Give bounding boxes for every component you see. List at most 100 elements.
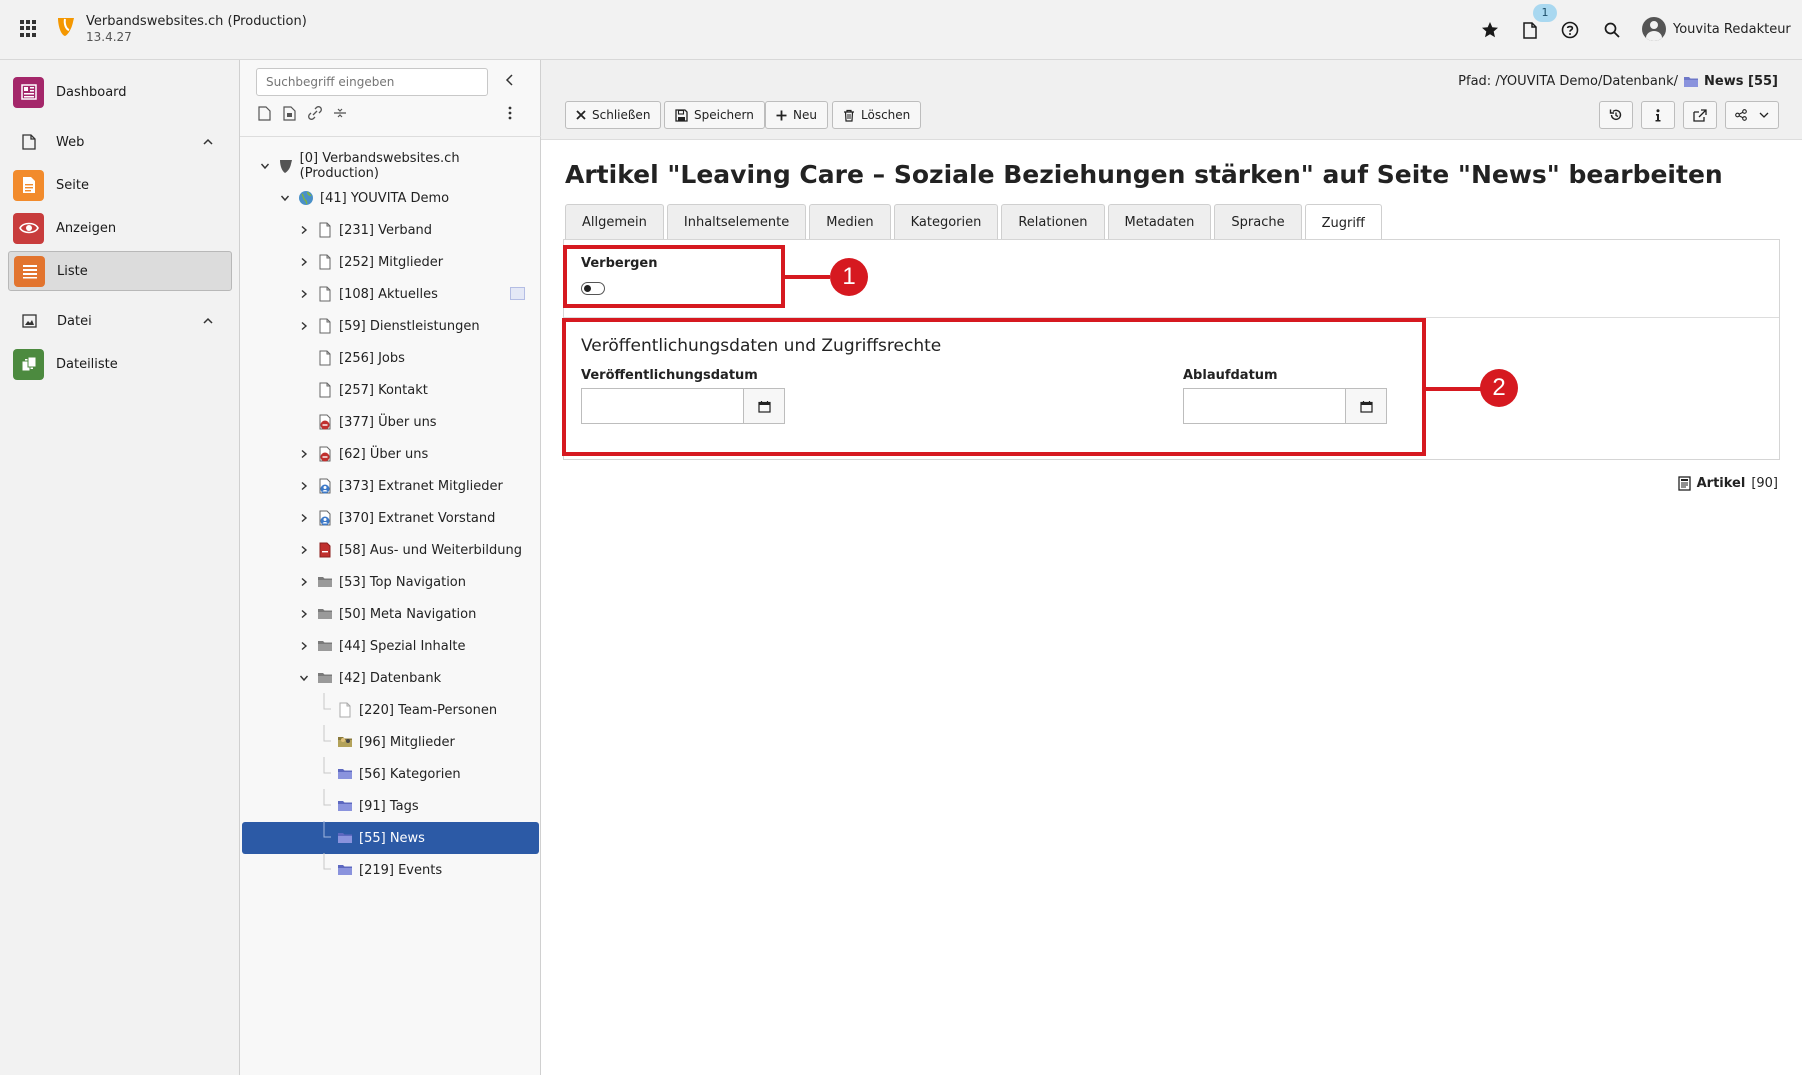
tab-allgemein[interactable]: Allgemein [565,204,664,240]
tab-sprache[interactable]: Sprache [1214,204,1302,240]
tree-node[interactable]: [56] Kategorien [317,757,537,790]
tree-node[interactable]: [257] Kontakt [297,374,537,406]
folder-grey-icon [317,606,333,622]
module-group-file[interactable]: Datei [8,305,232,337]
chevron-right-icon[interactable] [297,479,311,493]
history-button[interactable] [1599,101,1633,129]
tab-metadaten[interactable]: Metadaten [1107,204,1212,240]
page-module-icon [13,169,44,201]
module-group-web[interactable]: Web [8,126,232,158]
eye-icon [13,212,44,244]
bookmark-star-icon[interactable] [1478,18,1502,42]
tree-node[interactable]: [44] Spezial Inhalte [297,630,537,662]
separator-icon[interactable] [333,106,347,120]
tree-node[interactable]: [50] Meta Navigation [297,598,537,630]
tree-node[interactable]: [55] News [242,821,539,854]
tree-node[interactable]: [219] Events [317,853,537,886]
notification-badge: 1 [1533,4,1557,22]
tree-node[interactable]: [41] YOUVITA Demo [278,182,537,214]
path-label: Pfad: /YOUVITA Demo/Datenbank/ [1458,74,1679,89]
user-menu[interactable]: Youvita Redakteur [1642,17,1791,41]
close-button[interactable]: Schließen [565,101,662,129]
chevron-right-icon[interactable] [297,319,311,333]
chevron-right-icon[interactable] [297,639,311,653]
new-page-special-icon[interactable] [283,106,297,121]
tree-node-label: [256] Jobs [339,350,405,366]
tab-inhaltselemente[interactable]: Inhaltselemente [666,204,807,240]
site-name: Verbandswebsites.ch (Production) [86,14,307,29]
module-list[interactable]: Liste [8,251,232,291]
module-filelist[interactable]: Dateiliste [8,344,232,384]
open-new-window-button[interactable] [1683,101,1717,129]
tree-node-label: [231] Verband [339,222,433,238]
tree-toolbar [258,106,347,121]
chevron-right-icon[interactable] [297,575,311,589]
tree-node[interactable]: [96] Mitglieder [317,725,537,758]
chevron-right-icon[interactable] [297,223,311,237]
chevron-down-icon[interactable] [258,159,272,173]
tree-node[interactable]: [231] Verband [297,214,537,246]
chevron-right-icon[interactable] [297,607,311,621]
tree-node-label: [108] Aktuelles [339,286,438,302]
help-icon[interactable] [1558,18,1582,42]
tree-node[interactable]: [377] Über uns [297,406,537,438]
collapse-tree-icon[interactable] [502,72,518,88]
tab-relationen[interactable]: Relationen [1001,204,1105,240]
tree-node[interactable]: [59] Dienstleistungen [297,310,537,342]
tab-medien[interactable]: Medien [809,204,891,240]
tree-node-label: [62] Über uns [339,446,429,462]
tree-node[interactable]: [53] Top Navigation [297,566,537,598]
tree-indent [317,725,331,749]
restricted-icon [317,510,333,526]
link-icon[interactable] [308,106,322,120]
module-view[interactable]: Anzeigen [8,208,232,248]
chevron-right-icon[interactable] [297,543,311,557]
chevron-right-icon[interactable] [297,511,311,525]
module-dashboard-label: Dashboard [56,84,127,100]
history-icon [1609,109,1622,121]
chevron-right-icon[interactable] [297,287,311,301]
share-dropdown-button[interactable] [1725,101,1779,129]
tree-indent [317,757,331,781]
module-page[interactable]: Seite [8,165,232,205]
tree-node[interactable]: [62] Über uns [297,438,537,470]
typo3-logo-icon[interactable] [56,16,76,38]
tree-node[interactable]: [58] Aus- und Weiterbildung [297,534,537,566]
tree-node[interactable]: [0] Verbandswebsites.ch (Production) [258,150,537,182]
tree-node[interactable]: [252] Mitglieder [297,246,537,278]
delete-button[interactable]: Löschen [832,101,922,129]
tab-zugriff[interactable]: Zugriff [1304,204,1382,241]
tree-search-input[interactable] [256,68,488,96]
tree-node-label: [41] YOUVITA Demo [320,190,450,206]
page-status-icon [510,287,525,300]
page-icon [22,134,36,150]
tree-node[interactable]: [256] Jobs [297,342,537,374]
new-page-icon[interactable] [258,106,272,121]
module-group-web-label: Web [56,134,85,150]
chevron-right-icon[interactable] [297,255,311,269]
search-icon[interactable] [1600,18,1624,42]
apps-grid-icon[interactable] [20,20,37,37]
save-button[interactable]: Speichern [664,101,765,129]
tree-indent [317,693,331,717]
tree-node[interactable]: [42] Datenbank [297,662,537,694]
chevron-down-icon[interactable] [278,191,292,205]
chevron-down-icon[interactable] [297,671,311,685]
tree-node[interactable]: [91] Tags [317,789,537,822]
tree-node[interactable]: [373] Extranet Mitglieder [297,470,537,502]
record-type: Artikel [1696,476,1746,491]
page-icon [317,318,333,334]
tab-kategorien[interactable]: Kategorien [893,204,999,240]
new-button[interactable]: Neu [765,101,828,129]
path-current[interactable]: News [55] [1704,74,1778,89]
chevron-right-icon[interactable] [297,447,311,461]
more-options-icon[interactable] [508,106,512,120]
module-dashboard[interactable]: Dashboard [8,72,232,112]
tree-node[interactable]: [108] Aktuelles [297,278,537,310]
info-button[interactable] [1641,101,1675,129]
filelist-icon [13,348,44,380]
tree-node[interactable]: [370] Extranet Vorstand [297,502,537,534]
tree-node[interactable]: [220] Team-Personen [317,693,537,726]
